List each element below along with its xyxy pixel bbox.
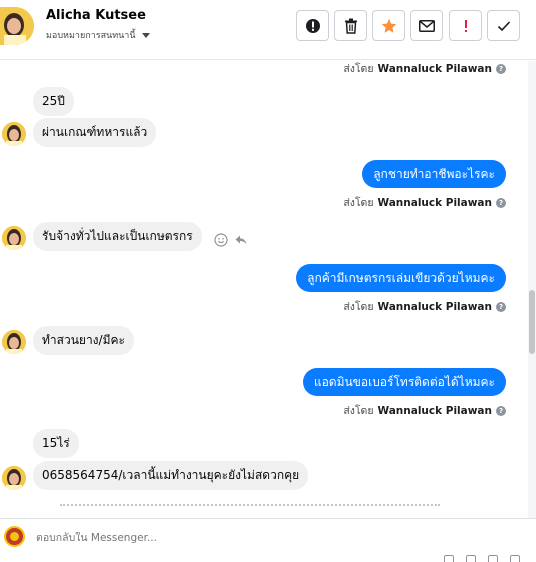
reply-composer [0, 518, 536, 562]
mail-icon [418, 19, 435, 32]
incoming-message[interactable]: ผ่านเกณฑ์ทหารแล้ว [33, 118, 157, 147]
info-icon[interactable]: ? [496, 301, 506, 312]
star-icon [381, 18, 396, 33]
alert-circle-icon [305, 18, 320, 33]
priority-button[interactable] [449, 10, 482, 41]
reply-icon[interactable] [234, 233, 248, 247]
sent-by-label: ส่งโดย Wannaluck Pilawan ? [343, 402, 506, 419]
mark-spam-button[interactable] [296, 10, 329, 41]
contact-avatar-small[interactable] [2, 226, 26, 250]
incoming-message[interactable]: 0658564754/เวลานี้แม่ทำงานยุคะยังไม่สดวก… [33, 461, 309, 490]
info-icon[interactable]: ? [496, 63, 506, 74]
incoming-message[interactable]: 15ไร่ [33, 429, 79, 458]
contact-avatar-small[interactable] [2, 330, 26, 354]
mark-done-button[interactable] [487, 10, 520, 41]
page-avatar [4, 526, 25, 547]
outgoing-message[interactable]: ลูกค้ามีเกษตรกรเล่มเขียวด้วยไหมคะ [296, 264, 506, 292]
conversation-header: Alicha Kutsee มอบหมายการสนทนานี้ [0, 0, 536, 60]
incoming-message[interactable]: 25ปี [33, 87, 74, 116]
scrollbar-thumb[interactable] [529, 290, 535, 354]
send-icon[interactable] [510, 555, 520, 562]
trash-icon [344, 18, 357, 34]
mark-unread-button[interactable] [410, 10, 443, 41]
contact-avatar-small[interactable] [2, 122, 26, 146]
clipped-message-fragment [60, 504, 440, 507]
contact-avatar[interactable] [0, 7, 34, 45]
image-icon[interactable] [466, 555, 476, 562]
message-thread[interactable]: ส่งโดย Wannaluck Pilawan ? 25ปี ผ่านเกณฑ… [0, 61, 528, 518]
attachment-icon[interactable] [444, 555, 454, 562]
contact-avatar-small[interactable] [2, 466, 26, 490]
caret-down-icon [141, 32, 150, 38]
emoji-icon[interactable] [488, 555, 498, 562]
sent-by-label: ส่งโดย Wannaluck Pilawan ? [343, 298, 506, 315]
outgoing-message[interactable]: ลูกชายทำอาชีพอะไรคะ [362, 160, 506, 188]
message-actions [214, 233, 248, 247]
incoming-message[interactable]: ทำสวนยาง/มีคะ [33, 326, 134, 355]
assign-conversation-dropdown[interactable]: มอบหมายการสนทนานี้ [46, 28, 150, 42]
assign-label: มอบหมายการสนทนานี้ [46, 31, 136, 41]
outgoing-message[interactable]: แอดมินขอเบอร์โทรติดต่อได้ไหมคะ [302, 368, 506, 396]
contact-name[interactable]: Alicha Kutsee [46, 8, 146, 23]
reply-input[interactable] [36, 532, 336, 544]
sent-by-label: ส่งโดย Wannaluck Pilawan ? [343, 61, 506, 77]
composer-tools [444, 555, 520, 562]
star-button[interactable] [372, 10, 405, 41]
info-icon[interactable]: ? [496, 197, 506, 208]
incoming-message[interactable]: รับจ้างทั่วไปและเป็นเกษตรกร [33, 222, 202, 251]
sent-by-label: ส่งโดย Wannaluck Pilawan ? [343, 194, 506, 211]
exclamation-icon [464, 19, 467, 32]
delete-button[interactable] [334, 10, 367, 41]
emoji-react-icon[interactable] [214, 233, 228, 247]
info-icon[interactable]: ? [496, 405, 506, 416]
check-icon [497, 20, 510, 31]
